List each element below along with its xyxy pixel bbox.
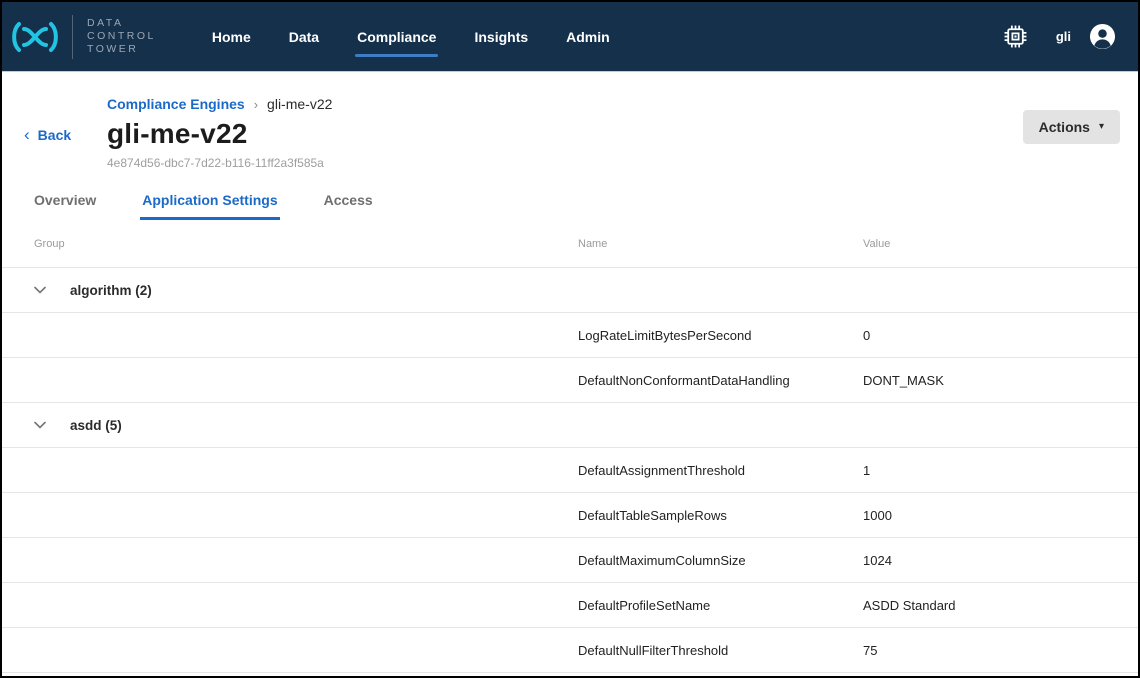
setting-name: DefaultMaximumColumnSize (578, 553, 863, 568)
chevron-left-icon: ‹ (24, 126, 30, 143)
brand-line: CONTROL (87, 30, 156, 43)
brand-divider (72, 15, 73, 59)
table-row: DefaultProfileSetName ASDD Standard (2, 583, 1138, 628)
app-window: DATA CONTROL TOWER Home Data Compliance … (0, 0, 1140, 678)
main-nav: Home Data Compliance Insights Admin (212, 2, 610, 71)
setting-name: DefaultProfileSetName (578, 598, 863, 613)
setting-name: LogRateLimitBytesPerSecond (578, 328, 863, 343)
tab-bar: Overview Application Settings Access (2, 192, 1138, 220)
navbar-right: gli (1003, 23, 1116, 50)
group-row-asdd[interactable]: asdd (5) (2, 403, 1138, 448)
setting-name: DefaultNullFilterThreshold (578, 643, 863, 658)
column-header-group: Group (2, 238, 578, 250)
page-header: ‹ Back Compliance Engines › gli-me-v22 g… (2, 72, 1138, 170)
engine-uuid: 4e874d56-dbc7-7d22-b116-11ff2a3f585a (107, 156, 1120, 170)
top-navbar: DATA CONTROL TOWER Home Data Compliance … (2, 2, 1138, 72)
table-row: LogRateLimitBytesPerSecond 0 (2, 313, 1138, 358)
application-settings-table: Group Name Value algorithm (2) LogRateLi… (2, 220, 1138, 673)
table-row: DefaultAssignmentThreshold 1 (2, 448, 1138, 493)
group-label: algorithm (2) (70, 283, 152, 298)
chevron-down-icon[interactable] (34, 286, 46, 294)
group-cell: asdd (5) (2, 418, 578, 433)
user-avatar-icon[interactable] (1089, 23, 1116, 50)
nav-data[interactable]: Data (289, 2, 319, 71)
brand-line: DATA (87, 17, 156, 30)
setting-value: ASDD Standard (863, 598, 1138, 613)
setting-value: 1024 (863, 553, 1138, 568)
nav-compliance[interactable]: Compliance (357, 2, 436, 71)
caret-down-icon: ▾ (1099, 122, 1104, 132)
actions-button[interactable]: Actions ▾ (1023, 110, 1120, 144)
chevron-down-icon[interactable] (34, 421, 46, 429)
setting-value: DONT_MASK (863, 373, 1138, 388)
breadcrumb-link-compliance-engines[interactable]: Compliance Engines (107, 96, 245, 112)
table-row: DefaultMaximumColumnSize 1024 (2, 538, 1138, 583)
group-label: asdd (5) (70, 418, 122, 433)
setting-value: 1000 (863, 508, 1138, 523)
table-row: DefaultNullFilterThreshold 75 (2, 628, 1138, 673)
table-header-row: Group Name Value (2, 220, 1138, 268)
nav-admin[interactable]: Admin (566, 2, 610, 71)
brand-line: TOWER (87, 43, 156, 56)
breadcrumb-separator-icon: › (254, 97, 258, 112)
setting-value: 0 (863, 328, 1138, 343)
back-button[interactable]: ‹ Back (24, 126, 71, 143)
setting-name: DefaultAssignmentThreshold (578, 463, 863, 478)
actions-label: Actions (1039, 119, 1090, 135)
group-cell: algorithm (2) (2, 283, 578, 298)
nav-insights[interactable]: Insights (474, 2, 528, 71)
brand-name: DATA CONTROL TOWER (87, 17, 156, 56)
column-header-value: Value (863, 238, 1138, 250)
tab-application-settings[interactable]: Application Settings (142, 192, 277, 220)
tab-overview[interactable]: Overview (34, 192, 96, 220)
setting-name: DefaultTableSampleRows (578, 508, 863, 523)
breadcrumb: Compliance Engines › gli-me-v22 (107, 96, 1120, 112)
setting-value: 75 (863, 643, 1138, 658)
setting-name: DefaultNonConformantDataHandling (578, 373, 863, 388)
delphix-logo-icon (10, 19, 60, 55)
page-title: gli-me-v22 (107, 118, 1120, 150)
tab-access[interactable]: Access (324, 192, 373, 220)
column-header-name: Name (578, 238, 863, 250)
nav-home[interactable]: Home (212, 2, 251, 71)
username-label: gli (1056, 29, 1071, 44)
brand: DATA CONTROL TOWER (10, 15, 156, 59)
setting-value: 1 (863, 463, 1138, 478)
breadcrumb-current: gli-me-v22 (267, 96, 332, 112)
chip-icon[interactable] (1003, 24, 1028, 49)
group-row-algorithm[interactable]: algorithm (2) (2, 268, 1138, 313)
back-label: Back (38, 127, 71, 143)
table-row: DefaultTableSampleRows 1000 (2, 493, 1138, 538)
table-row: DefaultNonConformantDataHandling DONT_MA… (2, 358, 1138, 403)
